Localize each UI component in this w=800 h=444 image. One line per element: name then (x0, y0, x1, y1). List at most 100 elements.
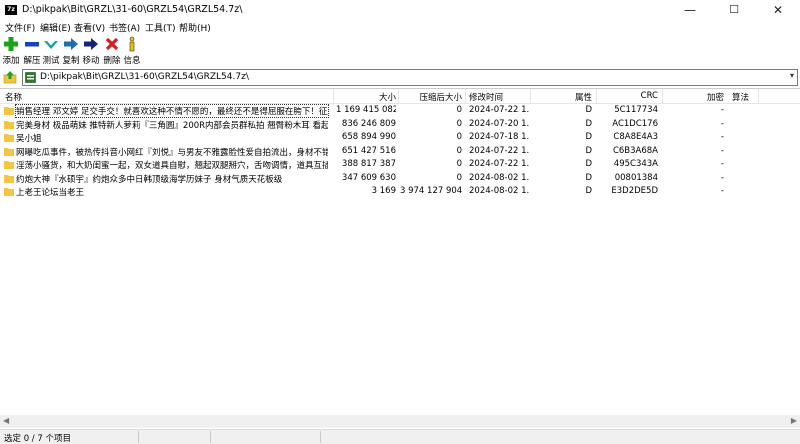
file-encrypted: - (720, 132, 724, 142)
file-modified: 2024-07-20 1... (469, 118, 529, 129)
table-row[interactable]: 完美身材 极品萌妹 推特新人萝莉『三角圆』200R内部会员群私拍 翘臀粉木耳 看… (0, 118, 800, 132)
add-button[interactable]: 添加 (0, 36, 22, 66)
folder-icon (4, 134, 14, 142)
folder-icon (4, 147, 14, 156)
column-divider (758, 89, 759, 103)
folder-icon (4, 174, 14, 183)
column-packed-size[interactable]: 压缩后大小 (400, 91, 462, 103)
menu-help[interactable]: 帮助(H) (179, 21, 211, 34)
column-divider (465, 89, 466, 103)
info-button[interactable]: 信息 (121, 36, 143, 66)
table-row[interactable]: 吴小姐 658 894 990 0 2024-07-18 1... D C8A8… (0, 131, 800, 145)
file-name: 销售经理 邓文婷 足交手交！就喜欢这种不情不愿的，最终还不是得屈服在胯下！征服的… (15, 104, 329, 118)
file-crc: C6B3A68A (612, 145, 658, 156)
file-size: 1 169 415 082 (336, 105, 396, 115)
selection-status: 选定 0 / 7 个项目 (4, 434, 71, 444)
file-packed-size: 0 (456, 132, 462, 142)
file-size: 658 894 990 (341, 132, 396, 142)
column-divider (662, 89, 663, 103)
close-button[interactable]: ✕ (756, 0, 800, 20)
copy-label: 复制 (62, 56, 80, 66)
file-attributes: D (585, 145, 592, 156)
file-encrypted: - (720, 105, 724, 115)
column-size[interactable]: 大小 (336, 91, 396, 103)
file-attributes: D (585, 105, 592, 115)
move-arrow-icon (84, 38, 98, 50)
minus-icon (25, 42, 39, 47)
menu-edit[interactable]: 编辑(E) (40, 21, 71, 34)
file-modified: 2024-07-22 1... (469, 145, 529, 156)
file-modified: 2024-08-02 1... (469, 186, 529, 196)
delete-label: 删除 (103, 56, 121, 66)
folder-up-button[interactable] (3, 70, 17, 84)
path-text: D:\pikpak\Bit\GRZL\31-60\GRZL54\GRZL54.7… (40, 72, 249, 82)
column-method[interactable]: 算法 (732, 91, 749, 103)
file-name: 上老王论坛当老王 (16, 188, 85, 198)
test-button[interactable]: 测试 (40, 36, 62, 66)
column-divider (333, 89, 334, 103)
menu-bookmarks[interactable]: 书签(A) (109, 21, 140, 34)
file-crc: E3D2DE5D (611, 186, 658, 196)
scroll-right-icon[interactable]: ▶ (791, 416, 797, 425)
horizontal-scrollbar[interactable]: ◀ ▶ (0, 415, 800, 428)
status-divider (210, 431, 211, 443)
column-name[interactable]: 名称 (5, 91, 22, 103)
move-label: 移动 (82, 56, 100, 66)
copy-button[interactable]: 复制 (60, 36, 82, 66)
column-attributes[interactable]: 属性 (532, 91, 592, 103)
move-button[interactable]: 移动 (80, 36, 102, 66)
menu-file[interactable]: 文件(F) (5, 21, 35, 34)
status-divider (320, 431, 321, 443)
column-divider (596, 89, 597, 103)
file-encrypted: - (720, 118, 724, 129)
file-modified: 2024-08-02 1... (469, 172, 529, 183)
scroll-left-icon[interactable]: ◀ (3, 416, 9, 425)
file-size: 836 246 809 (341, 118, 396, 129)
file-crc: AC1DC176 (612, 118, 658, 129)
menu-tools[interactable]: 工具(T) (145, 21, 176, 34)
add-label: 添加 (2, 56, 20, 66)
file-crc: 495C343A (613, 159, 658, 169)
maximize-button[interactable]: ☐ (712, 0, 756, 20)
file-name: 完美身材 极品萌妹 推特新人萝莉『三角圆』200R内部会员群私拍 翘臀粉木耳 看… (16, 120, 328, 131)
file-name: 约炮大神『水硕宇』约炮众多中日韩顶级海学历妹子 身材气质天花板级 (16, 174, 283, 185)
title-bar: 7z D:\pikpak\Bit\GRZL\31-60\GRZL54\GRZL5… (0, 0, 800, 20)
table-row[interactable]: 上老王论坛当老王 3 169 3 974 127 904 2024-08-02 … (0, 185, 800, 199)
column-divider (398, 89, 399, 103)
column-crc[interactable]: CRC (598, 91, 658, 101)
chevron-down-icon[interactable]: ▾ (790, 71, 794, 80)
file-attributes: D (585, 159, 592, 169)
folder-icon (4, 107, 14, 115)
archive-icon (25, 72, 36, 83)
table-row[interactable]: 销售经理 邓文婷 足交手交！就喜欢这种不情不愿的，最终还不是得屈服在胯下！征服的… (0, 104, 800, 118)
plus-icon (4, 37, 18, 51)
menu-bar: 文件(F) 编辑(E) 查看(V) 书签(A) 工具(T) 帮助(H) (0, 20, 800, 34)
file-attributes: D (585, 118, 592, 129)
file-encrypted: - (720, 172, 724, 183)
file-modified: 2024-07-22 1... (469, 105, 529, 115)
table-row[interactable]: 淫荡小骚货，和大奶闺蜜一起，双女道具自慰，翘起双腿掰穴，舌吻调情，道具互插骚逼.… (0, 158, 800, 172)
file-packed-size: 0 (456, 118, 462, 129)
column-modified[interactable]: 修改时间 (469, 91, 503, 103)
path-input[interactable]: D:\pikpak\Bit\GRZL\31-60\GRZL54\GRZL54.7… (22, 69, 798, 86)
address-bar: D:\pikpak\Bit\GRZL\31-60\GRZL54\GRZL54.7… (0, 68, 800, 86)
delete-x-icon (105, 37, 119, 51)
table-row[interactable]: 网曝吃瓜事件，被热传抖音小网红『刘悦』与男友不雅露脸性爱自拍流出，身材不错美腿.… (0, 145, 800, 159)
file-size: 388 817 387 (341, 159, 396, 169)
delete-button[interactable]: 删除 (101, 36, 123, 66)
info-label: 信息 (123, 56, 141, 66)
status-bar: 选定 0 / 7 个项目 (0, 429, 800, 444)
file-packed-size: 0 (456, 105, 462, 115)
file-crc: C8A8E4A3 (613, 132, 658, 142)
file-packed-size: 0 (456, 145, 462, 156)
folder-icon (4, 188, 14, 196)
file-encrypted: - (720, 186, 724, 196)
menu-view[interactable]: 查看(V) (74, 21, 105, 34)
checkmark-icon (44, 41, 58, 49)
copy-arrow-icon (64, 38, 78, 50)
file-name: 网曝吃瓜事件，被热传抖音小网红『刘悦』与男友不雅露脸性爱自拍流出，身材不错美腿.… (16, 147, 328, 158)
column-encrypted[interactable]: 加密 (664, 91, 724, 103)
table-row[interactable]: 约炮大神『水硕宇』约炮众多中日韩顶级海学历妹子 身材气质天花板级 347 609… (0, 172, 800, 186)
file-crc: 5C117734 (614, 105, 658, 115)
minimize-button[interactable]: — (668, 0, 712, 20)
